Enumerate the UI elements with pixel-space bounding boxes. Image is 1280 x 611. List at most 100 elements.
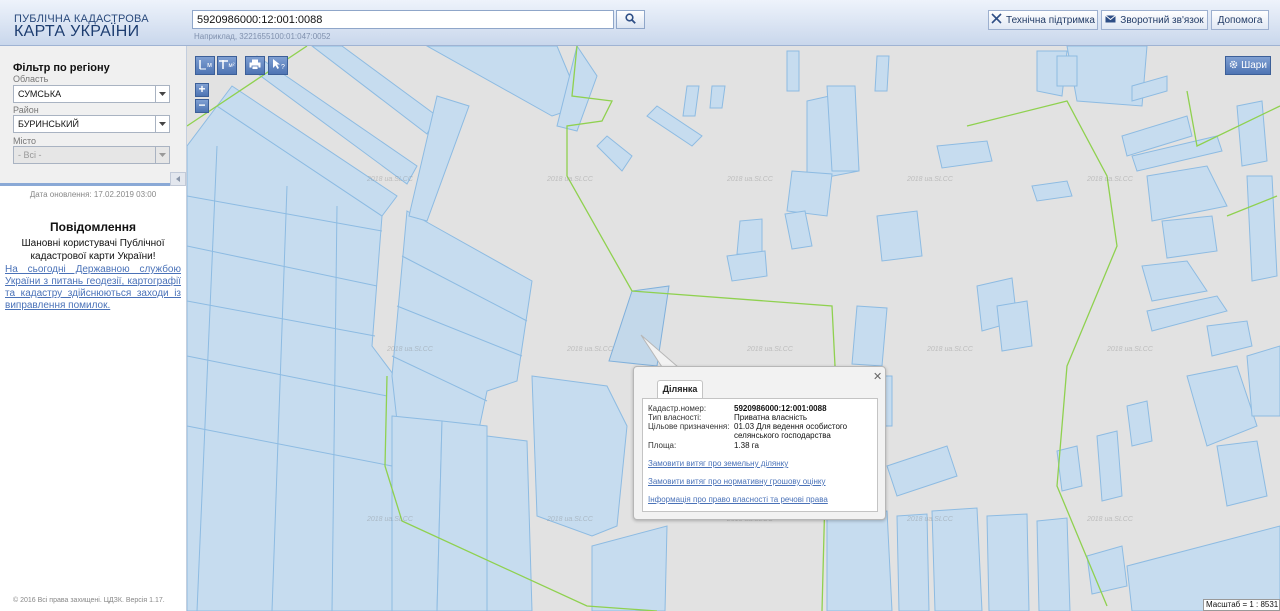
map-parcel[interactable] [1161,215,1218,259]
map-parcel[interactable] [986,513,1030,611]
map-parcel[interactable] [736,218,763,257]
map-parcel[interactable] [1216,440,1268,507]
sidebar: Фільтр по регіону Область СУМСЬКА Район … [0,46,187,611]
technical-support-button[interactable]: Технічна підтримка [988,10,1098,30]
feedback-button[interactable]: Зворотний зв'язок [1101,10,1208,30]
ruler-icon [198,59,207,73]
region-select[interactable]: СУМСЬКА [13,85,170,103]
map-parcel[interactable] [682,85,700,117]
zoom-out-button[interactable]: − [195,99,209,113]
district-label: Район [13,105,39,115]
purpose-label: Цільове призначення: [648,422,730,431]
notice-title: Повідомлення [50,220,136,234]
map-parcel[interactable] [1186,365,1258,447]
map-parcel[interactable] [851,305,888,367]
map-parcel[interactable] [1096,430,1123,502]
chevron-down-icon [155,86,169,102]
search-hint: Наприклад, 3221655100:01:047:0052 [194,32,331,41]
map-parcel[interactable] [786,170,833,217]
map-parcel[interactable] [1141,260,1208,302]
close-popup-button[interactable]: ✕ [873,370,882,383]
map-parcel[interactable] [1146,165,1228,222]
map-parcel[interactable] [936,140,993,169]
help-button[interactable]: Допомога [1211,10,1269,30]
cadastral-number-value: 5920986000:12:001:0088 [734,404,827,413]
map-parcel[interactable] [436,420,488,611]
tools-icon [991,13,1002,27]
zoom-in-button[interactable]: + [195,83,209,97]
map-parcel[interactable] [874,55,890,92]
city-select-value: - Всі - [18,150,42,160]
map-parcel[interactable] [886,445,958,497]
measure-area-button[interactable]: м² [217,56,237,75]
map-parcel[interactable] [826,510,893,611]
city-select[interactable]: - Всі - [13,146,170,164]
map-parcel[interactable] [931,507,983,611]
map-parcel[interactable] [1246,175,1278,282]
header: ПУБЛІЧНА КАДАСТРОВА КАРТА УКРАЇНИ Наприк… [0,0,1280,46]
ownership-type-value: Приватна власність [734,413,808,422]
map-parcel[interactable] [591,525,668,611]
measure-area-icon [219,59,229,73]
area-value: 1.38 га [734,441,759,450]
map-parcel[interactable] [596,135,633,172]
footer-copyright: © 2016 Всі права захищені. ЦДЗК. Версія … [13,597,165,604]
region-select-value: СУМСЬКА [18,89,62,99]
district-select-value: БУРИНСЬКИЙ [18,119,79,129]
identify-button[interactable]: ? [268,56,288,75]
map-parcel[interactable] [1056,445,1083,492]
map-parcel[interactable] [1036,517,1071,611]
purpose-value: 01.03 Для ведення особистого селянського… [734,422,848,440]
cursor-question-icon: ? [272,58,285,73]
tab-parcel[interactable]: Ділянка [657,380,703,398]
close-icon: ✕ [873,371,883,383]
map-parcel[interactable] [1056,55,1078,87]
measure-distance-button[interactable]: м [195,56,215,75]
region-label: Область [13,74,49,84]
map-scale: Масштаб = 1 : 8531 [1203,599,1280,611]
map-parcel[interactable] [486,435,533,611]
filter-title: Фільтр по регіону [13,62,110,74]
order-valuation-extract-link[interactable]: Замовити витяг про нормативну грошову оц… [648,477,826,486]
print-button[interactable] [245,56,265,75]
notice-link[interactable]: На сьогодні Державною службою України з … [5,264,181,312]
boundary-line [1186,90,1280,147]
ownership-type-label: Тип власності: [648,413,702,422]
map-parcel[interactable] [726,250,768,282]
cadastral-search-input[interactable] [192,10,614,29]
map-parcel[interactable] [896,513,930,611]
chevron-left-icon [176,173,180,185]
envelope-icon [1105,14,1117,26]
map-parcel[interactable] [531,375,628,537]
map-parcel[interactable] [1246,345,1280,417]
collapse-sidebar-button[interactable] [170,172,186,186]
ownership-info-link[interactable]: Інформація про право власності та речові… [648,495,828,504]
order-parcel-extract-link[interactable]: Замовити витяг про земельну ділянку [648,459,788,468]
map-parcel[interactable] [1126,400,1153,447]
district-select[interactable]: БУРИНСЬКИЙ [13,115,170,133]
gear-icon [1229,60,1238,72]
map-parcel[interactable] [1031,180,1073,202]
map-parcel[interactable] [996,300,1033,352]
map-parcel[interactable] [786,50,800,92]
help-label: Допомога [1217,14,1263,26]
update-date: Дата оновлення: 17.02.2019 03:00 [29,190,157,199]
parcel-layer[interactable] [187,46,1280,611]
map-parcel[interactable] [1236,100,1268,167]
map-parcel[interactable] [709,85,726,109]
map-parcel[interactable] [876,210,923,262]
map-parcel[interactable] [826,85,860,172]
map-parcel[interactable] [784,210,813,250]
logo-title-bottom[interactable]: КАРТА УКРАЇНИ [14,23,139,41]
layers-button[interactable]: Шари [1225,56,1271,75]
chevron-down-icon [155,116,169,132]
region-filter-panel: Фільтр по регіону Область СУМСЬКА Район … [0,46,186,186]
chevron-down-icon [155,147,169,163]
measure-area-unit: м² [228,62,235,69]
cadastral-map[interactable]: 2018 ua.SLCC 2018 ua.SLCC 2018 ua.SLCC 2018… [187,46,1280,611]
map-parcel[interactable] [1086,545,1128,595]
search-button[interactable] [616,10,645,29]
city-label: Місто [13,136,37,146]
map-parcel[interactable] [1206,320,1253,357]
cadastral-number-label: Кадастр.номер: [648,404,707,413]
